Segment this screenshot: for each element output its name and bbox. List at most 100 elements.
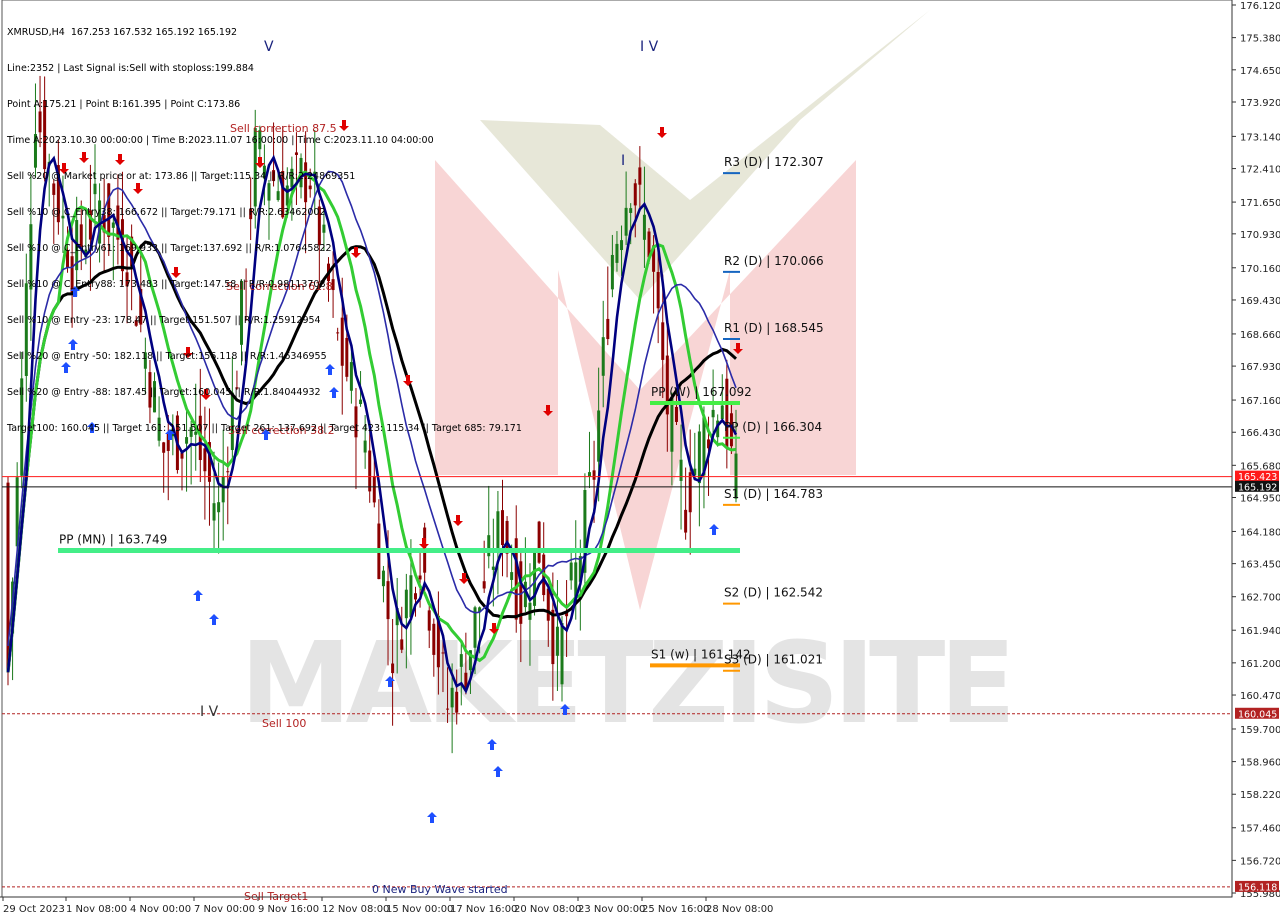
candle-body xyxy=(684,509,688,533)
y-tick-label: 166.430 xyxy=(1240,428,1280,439)
pivot-label: R1 (D) | 168.545 xyxy=(724,321,824,335)
y-tick-label: 159.700 xyxy=(1240,725,1280,736)
candle-body xyxy=(615,243,619,263)
candle-body xyxy=(391,663,395,674)
y-tick-label: 167.930 xyxy=(1240,362,1280,373)
candle-body xyxy=(638,167,642,185)
candle-body xyxy=(446,708,450,710)
candle-body xyxy=(670,397,674,452)
candle-body xyxy=(482,581,486,589)
x-tick-label: 25 Nov 16:00 xyxy=(642,904,709,915)
candle-body xyxy=(551,609,555,665)
candle-body xyxy=(555,626,559,656)
pivot-label: S2 (D) | 162.542 xyxy=(724,586,823,600)
candle-body xyxy=(455,691,459,713)
chart-annotation: Sell 100 xyxy=(262,717,306,730)
candle-body xyxy=(221,476,225,503)
y-tick-label: 171.650 xyxy=(1240,198,1280,209)
y-tick-label: 176.120 xyxy=(1240,1,1280,12)
info-line: Sell %20 @ Entry -88: 187.45 || Target:1… xyxy=(7,387,321,398)
x-tick-label: 4 Nov 00:00 xyxy=(130,904,191,915)
candle-body xyxy=(372,476,376,503)
y-tick-label: 169.430 xyxy=(1240,296,1280,307)
chart-annotation: I V xyxy=(640,39,659,55)
pivot-label: PP (MN) | 163.749 xyxy=(59,532,167,546)
info-line: Point A:175.21 | Point B:161.395 | Point… xyxy=(7,99,241,110)
y-tick-label: 175.380 xyxy=(1240,34,1280,45)
chart-annotation: I xyxy=(621,153,625,169)
price-tag-label: 165.192 xyxy=(1238,482,1277,493)
x-tick-label: 1 Nov 08:00 xyxy=(66,904,127,915)
candle-body xyxy=(601,337,605,376)
y-tick-label: 170.160 xyxy=(1240,264,1280,275)
x-tick-label: 9 Nov 16:00 xyxy=(258,904,319,915)
y-tick-label: 161.200 xyxy=(1240,659,1280,670)
candle-body xyxy=(597,410,601,462)
y-tick-label: 173.140 xyxy=(1240,132,1280,143)
y-tick-label: 157.460 xyxy=(1240,824,1280,835)
y-tick-label: 172.410 xyxy=(1240,165,1280,176)
candle-body xyxy=(226,471,230,473)
info-line: Line:2352 | Last Signal is:Sell with sto… xyxy=(7,63,254,74)
chart-info-panel: XMRUSD,H4 167.253 167.532 165.192 165.19… xyxy=(7,3,522,447)
y-tick-label: 158.220 xyxy=(1240,790,1280,801)
x-tick-label: 23 Nov 00:00 xyxy=(578,904,645,915)
candle-body xyxy=(537,521,541,563)
candle-body xyxy=(610,254,614,290)
candle-body xyxy=(491,566,495,570)
candle-body xyxy=(203,448,207,472)
candle-body xyxy=(688,472,692,513)
ohlc-header: XMRUSD,H4 167.253 167.532 165.192 165.19… xyxy=(7,27,238,38)
y-tick-label: 167.160 xyxy=(1240,396,1280,407)
candle-body xyxy=(459,654,463,667)
pivot-label: PP (W) | 167.092 xyxy=(651,385,752,399)
candle-body xyxy=(217,502,221,513)
candle-body xyxy=(620,240,624,251)
info-line: Sell %10 @ C_Entry61: 169.933 || Target:… xyxy=(7,243,332,254)
candle-body xyxy=(720,405,724,420)
chart-annotation: 0 New Buy Wave started xyxy=(372,883,508,896)
y-tick-label: 164.180 xyxy=(1240,527,1280,538)
candle-body xyxy=(592,470,596,480)
candle-body xyxy=(432,623,436,655)
pivot-label: S1 (D) | 164.783 xyxy=(724,487,823,501)
info-line: Sell %20 @ Entry -50: 182.118 || Target:… xyxy=(7,351,327,362)
candle-body xyxy=(500,510,504,546)
candle-body xyxy=(212,503,216,521)
info-line: Sell %10 @ C_Entry88: 173.483 || Target:… xyxy=(7,279,326,290)
x-tick-label: 28 Nov 08:00 xyxy=(706,904,773,915)
candle-body xyxy=(633,183,637,206)
watermark-text: MAKETZISITE xyxy=(240,619,1010,749)
candle-body xyxy=(427,610,431,631)
info-line: Sell %20 @ Market price or at: 173.86 ||… xyxy=(7,171,356,182)
x-tick-label: 12 Nov 08:00 xyxy=(322,904,389,915)
candle-body xyxy=(496,511,500,553)
candle-body xyxy=(624,207,628,236)
candle-body xyxy=(409,575,413,618)
candle-body xyxy=(386,581,390,620)
candle-body xyxy=(441,652,445,654)
chart-annotation: I V xyxy=(200,704,219,720)
y-tick-label: 163.450 xyxy=(1240,560,1280,571)
candle-body xyxy=(404,589,408,619)
x-tick-label: 29 Oct 2023 xyxy=(3,904,65,915)
candle-body xyxy=(400,639,404,650)
candle-body xyxy=(450,687,454,708)
pivot-label: R2 (D) | 170.066 xyxy=(724,254,824,268)
y-tick-label: 164.950 xyxy=(1240,494,1280,505)
info-line: Sell %10 @ C_Entry38: 166.672 || Target:… xyxy=(7,207,326,218)
y-tick-label: 170.930 xyxy=(1240,230,1280,241)
price-tag-label: 160.045 xyxy=(1238,709,1277,720)
y-tick-label: 156.720 xyxy=(1240,856,1280,867)
candle-body xyxy=(368,450,372,492)
y-tick-label: 174.650 xyxy=(1240,66,1280,77)
candle-body xyxy=(418,575,422,580)
candle-body xyxy=(546,588,550,621)
x-tick-label: 15 Nov 00:00 xyxy=(386,904,453,915)
candle-body xyxy=(642,214,646,240)
info-line: Target100: 160.045 || Target 161: 151.50… xyxy=(7,423,522,434)
x-tick-label: 17 Nov 16:00 xyxy=(450,904,517,915)
y-tick-label: 158.960 xyxy=(1240,758,1280,769)
candle-body xyxy=(697,431,701,484)
candle-body xyxy=(661,322,665,360)
